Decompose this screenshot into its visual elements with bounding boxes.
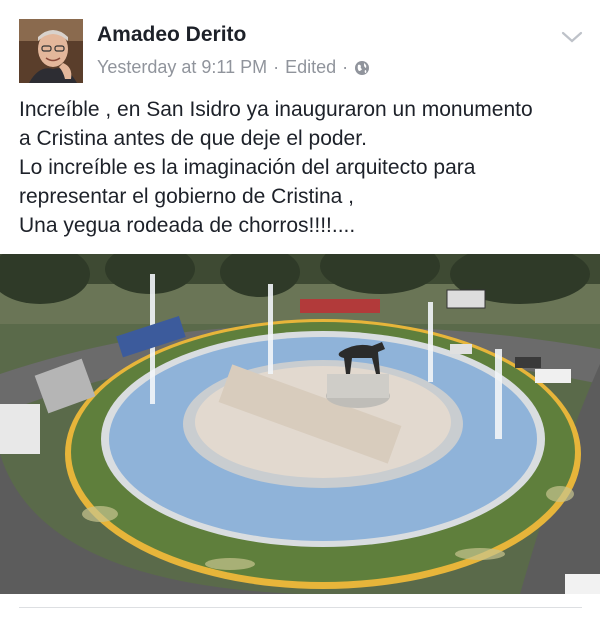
author-avatar[interactable] [19, 19, 83, 83]
footer-divider [19, 607, 582, 608]
meta-separator-2: · [342, 57, 349, 77]
edited-label[interactable]: Edited [285, 57, 336, 78]
chevron-down-icon[interactable] [560, 28, 584, 46]
author-name[interactable]: Amadeo Derito [97, 23, 246, 47]
post-text-line: Una yegua rodeada de chorros!!!!.... [19, 214, 356, 237]
post-text-line: Increíble , en San Isidro ya inauguraron… [19, 98, 533, 121]
meta-separator: · [273, 57, 280, 77]
post-meta: Yesterday at 9:11 PM · Edited · [97, 57, 370, 78]
post-photo[interactable] [0, 254, 600, 594]
post-text-line: Lo increíble es la imaginación del arqui… [19, 156, 476, 179]
post-timestamp[interactable]: Yesterday at 9:11 PM [97, 57, 267, 78]
post-text-line: a Cristina antes de que deje el poder. [19, 127, 367, 150]
post-text: Increíble , en San Isidro ya inauguraron… [19, 95, 594, 240]
post-text-line: representar el gobierno de Cristina , [19, 185, 355, 208]
globe-icon[interactable] [354, 60, 370, 76]
